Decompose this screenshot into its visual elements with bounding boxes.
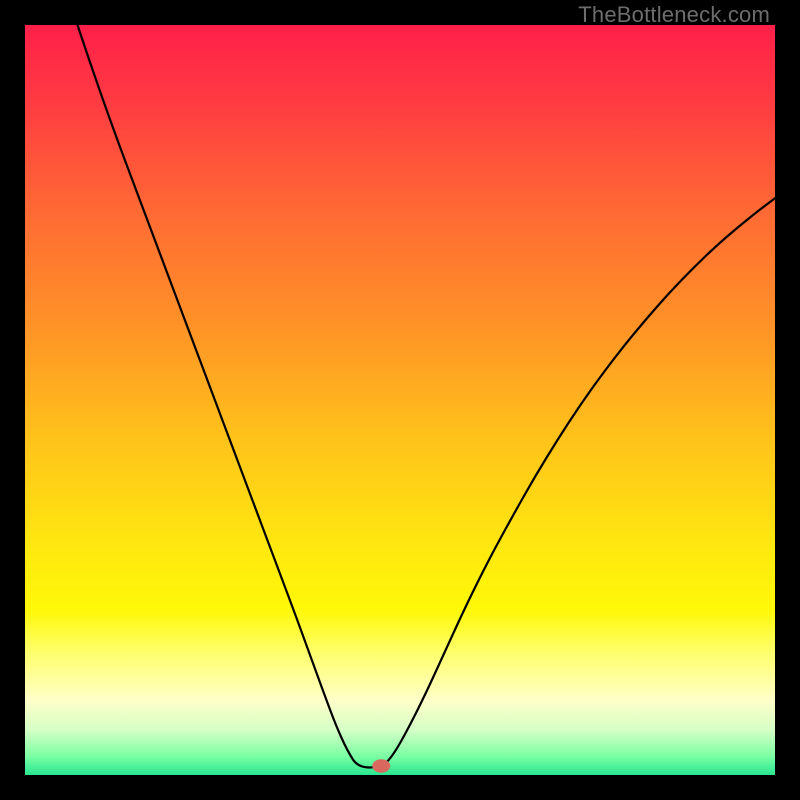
gradient-background [25,25,775,775]
bottleneck-chart [25,25,775,775]
optimal-point-marker [372,759,390,773]
chart-frame [25,25,775,775]
